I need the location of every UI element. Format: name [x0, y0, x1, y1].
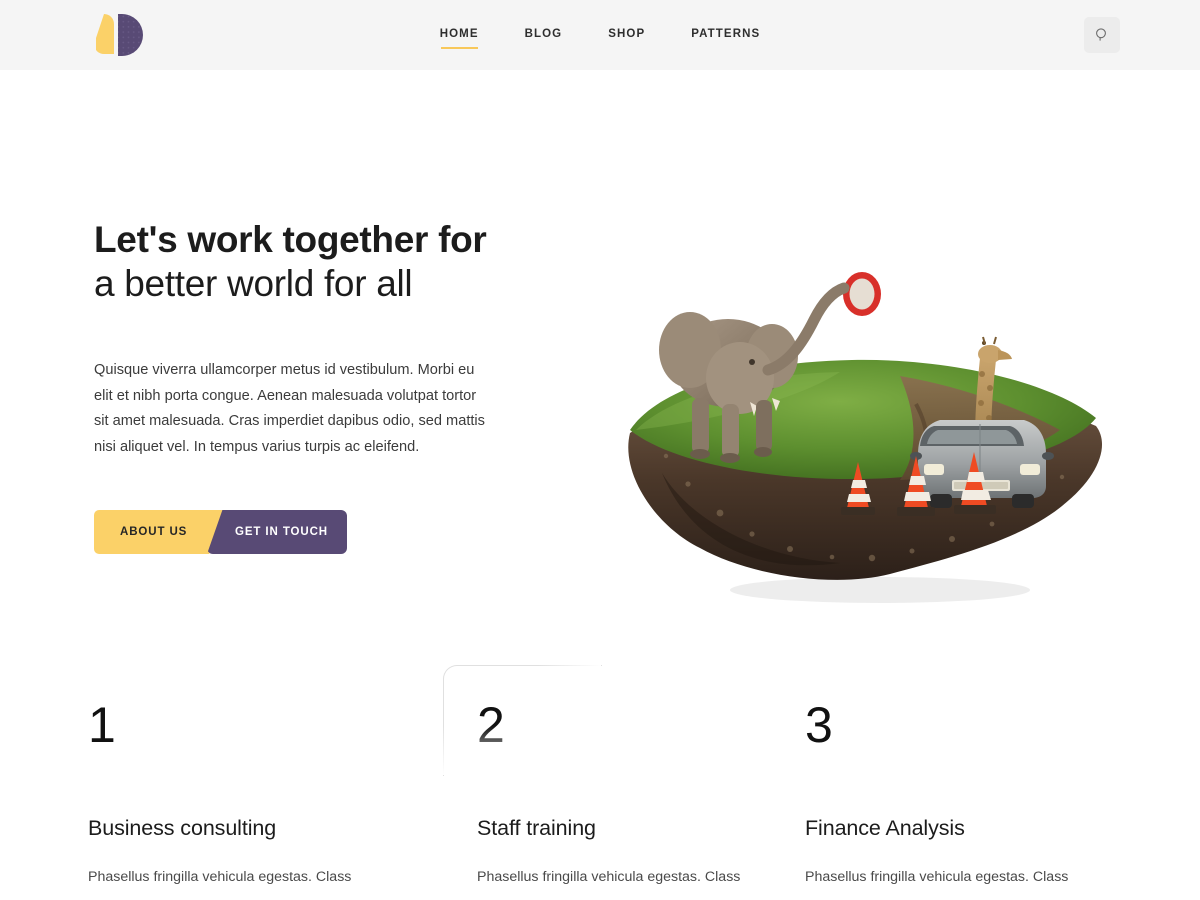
nav-item-blog[interactable]: BLOG: [525, 22, 563, 49]
feature-description: Phasellus fringilla vehicula egestas. Cl…: [805, 869, 1069, 885]
get-in-touch-button[interactable]: GET IN TOUCH: [207, 510, 347, 554]
feature-title: Finance Analysis: [805, 816, 965, 840]
feature-title: Staff training: [477, 816, 596, 840]
floating-island-illustration: [628, 272, 1103, 603]
main-navigation: HOME BLOG SHOP PATTERNS: [0, 0, 1200, 70]
feature-number: 1: [88, 697, 116, 753]
floating-grass-island-photo: [600, 258, 1140, 608]
feature-description: Phasellus fringilla vehicula egestas. Cl…: [477, 869, 741, 885]
feature-card-1[interactable]: 1 Business consulting Phasellus fringill…: [88, 660, 443, 890]
feature-card-2[interactable]: 2 Staff training Phasellus fringilla veh…: [443, 660, 805, 890]
hero-title-line-2: a better world for all: [94, 263, 413, 304]
feature-card-3[interactable]: 3 Finance Analysis Phasellus fringilla v…: [805, 660, 1160, 890]
about-us-button[interactable]: ABOUT US: [94, 510, 228, 554]
hero-copy: Let's work together for a better world f…: [94, 218, 524, 556]
hero-title: Let's work together for a better world f…: [94, 218, 524, 306]
search-icon: [1096, 28, 1106, 41]
nav-item-shop[interactable]: SHOP: [608, 22, 645, 49]
site-header: HOME BLOG SHOP PATTERNS: [0, 0, 1200, 70]
road-sign: [843, 272, 881, 316]
hero-section: Let's work together for a better world f…: [0, 70, 1200, 660]
hero-title-line-1: Let's work together for: [94, 219, 487, 260]
feature-title: Business consulting: [88, 816, 277, 840]
hero-actions: ABOUT US GET IN TOUCH: [94, 510, 394, 556]
hero-paragraph: Quisque viverra ullamcorper metus id ves…: [94, 362, 485, 455]
features-section: 1 Business consulting Phasellus fringill…: [0, 660, 1200, 890]
feature-grid: 1 Business consulting Phasellus fringill…: [0, 660, 1200, 890]
feature-number: 3: [805, 697, 833, 753]
nav-item-home[interactable]: HOME: [440, 22, 479, 49]
feature-number: 2: [477, 697, 505, 753]
nav-item-patterns[interactable]: PATTERNS: [691, 22, 760, 49]
search-button[interactable]: [1084, 17, 1120, 53]
feature-description: Phasellus fringilla vehicula egestas. Cl…: [88, 869, 352, 885]
